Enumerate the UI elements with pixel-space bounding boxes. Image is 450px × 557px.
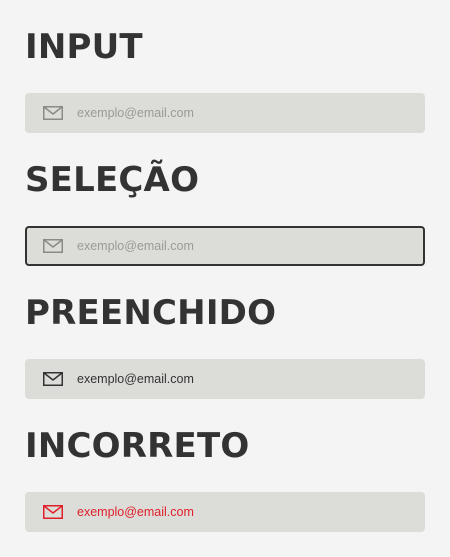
- mail-icon: [43, 505, 63, 519]
- email-field-filled[interactable]: exemplo@email.com: [25, 359, 425, 399]
- mail-icon: [43, 239, 63, 253]
- heading-selection: SELEÇÃO: [25, 160, 200, 200]
- email-value: exemplo@email.com: [77, 372, 194, 386]
- email-field-error[interactable]: exemplo@email.com: [25, 492, 425, 532]
- email-field-focused[interactable]: exemplo@email.com: [25, 226, 425, 266]
- heading-input: INPUT: [25, 27, 143, 67]
- heading-filled: PREENCHIDO: [25, 293, 277, 333]
- mail-icon: [43, 106, 63, 120]
- email-value-error: exemplo@email.com: [77, 505, 194, 519]
- email-placeholder: exemplo@email.com: [77, 239, 194, 253]
- email-placeholder: exemplo@email.com: [77, 106, 194, 120]
- email-field-default[interactable]: exemplo@email.com: [25, 93, 425, 133]
- heading-error: INCORRETO: [25, 426, 250, 466]
- mail-icon: [43, 372, 63, 386]
